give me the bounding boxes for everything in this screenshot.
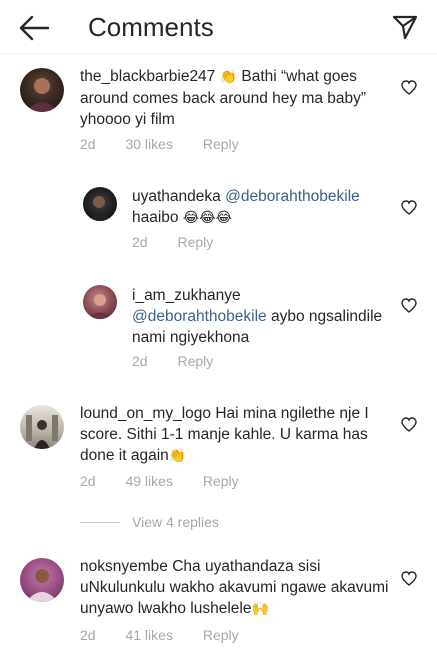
- heart-icon[interactable]: [401, 80, 417, 95]
- comment-username[interactable]: the_blackbarbie247: [80, 68, 215, 85]
- reply-button[interactable]: Reply: [203, 136, 239, 152]
- divider-line: [80, 522, 120, 523]
- comment-text: noksnyembe Cha uyathandaza sisi uNkulunk…: [80, 556, 400, 620]
- comment-time: 2d: [80, 473, 96, 489]
- clap-emoji: 👏: [219, 69, 238, 85]
- comment-meta: 2d Reply: [132, 353, 239, 369]
- comment-text: lound_on_my_logo Hai mina ngilethe nje I…: [80, 403, 400, 467]
- send-icon[interactable]: [391, 13, 419, 41]
- reply-button[interactable]: Reply: [203, 627, 239, 643]
- comment-time: 2d: [132, 353, 148, 369]
- view-replies-label: View 4 replies: [132, 514, 219, 530]
- back-arrow-icon[interactable]: [18, 14, 50, 42]
- comment-likes[interactable]: 30 likes: [125, 136, 172, 152]
- avatar[interactable]: [83, 187, 117, 221]
- page-title: Comments: [88, 12, 214, 42]
- comment-likes[interactable]: 41 likes: [125, 627, 172, 643]
- heart-icon[interactable]: [401, 417, 417, 432]
- avatar[interactable]: [20, 558, 64, 602]
- header-bar: Comments: [0, 0, 437, 54]
- heart-icon[interactable]: [401, 571, 417, 586]
- mention-link[interactable]: @deborahthobekile: [132, 308, 267, 325]
- heart-icon[interactable]: [401, 298, 417, 313]
- comment-text: the_blackbarbie247 👏 Bathi “what goes ar…: [80, 66, 400, 130]
- comment-meta: 2d 30 likes Reply: [80, 136, 265, 152]
- comment-meta: 2d 49 likes Reply: [80, 473, 265, 489]
- reply-button[interactable]: Reply: [177, 234, 213, 250]
- avatar[interactable]: [83, 285, 117, 319]
- comment-body: haaibo: [132, 209, 179, 226]
- heart-icon[interactable]: [401, 200, 417, 215]
- comment-likes[interactable]: 49 likes: [125, 473, 172, 489]
- comment-text: i_am_zukhanye @deborahthobekile aybo ngs…: [132, 285, 387, 348]
- comment-username[interactable]: lound_on_my_logo: [80, 405, 211, 422]
- avatar[interactable]: [20, 68, 64, 112]
- mention-link[interactable]: @deborahthobekile: [225, 188, 360, 205]
- raised-hands-emoji: 🙌: [251, 601, 269, 617]
- comment-time: 2d: [132, 234, 148, 250]
- laughing-emoji: 😂😂😂: [182, 210, 232, 226]
- comment-username[interactable]: noksnyembe: [80, 558, 168, 575]
- comment-time: 2d: [80, 136, 96, 152]
- reply-button[interactable]: Reply: [203, 473, 239, 489]
- comment-time: 2d: [80, 627, 96, 643]
- clap-emoji: 👏: [168, 448, 187, 464]
- comment-username[interactable]: uyathandeka: [132, 188, 221, 205]
- comment-meta: 2d Reply: [132, 234, 239, 250]
- reply-button[interactable]: Reply: [177, 353, 213, 369]
- comment-meta: 2d 41 likes Reply: [80, 627, 265, 643]
- avatar[interactable]: [20, 405, 64, 449]
- comment-text: uyathandeka @deborahthobekile haaibo 😂😂😂: [132, 186, 387, 229]
- comment-username[interactable]: i_am_zukhanye: [132, 287, 241, 304]
